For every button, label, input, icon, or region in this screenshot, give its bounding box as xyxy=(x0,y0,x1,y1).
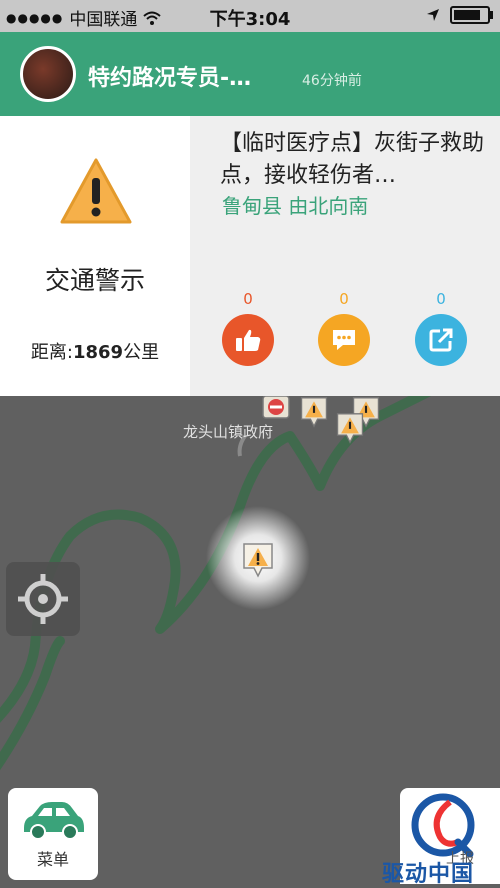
like-count: 0 xyxy=(243,290,253,308)
crosshair-icon xyxy=(18,574,68,624)
distance-text: 距离:1869公里 xyxy=(0,338,190,364)
location-arrow-icon xyxy=(427,9,439,21)
like-button[interactable] xyxy=(222,314,274,366)
comment-icon xyxy=(333,330,355,350)
poster-name: 特约路况专员-… xyxy=(88,66,252,91)
post-time: 46分钟前 xyxy=(302,73,362,89)
status-bar: ●●●●● 中国联通 下午3:04 xyxy=(0,0,500,32)
distance-value: 1869 xyxy=(72,342,124,363)
share-count: 0 xyxy=(436,290,446,308)
alert-location: 鲁甸县 由北向南 xyxy=(222,194,369,218)
alert-marker-selected[interactable] xyxy=(240,540,276,580)
avatar[interactable] xyxy=(20,46,76,102)
share-icon xyxy=(429,328,453,352)
alert-marker[interactable] xyxy=(334,410,366,446)
alert-marker[interactable] xyxy=(298,396,330,430)
alert-detail-panel[interactable]: 【临时医疗点】灰街子救助点，接收轻伤者… 鲁甸县 由北向南 0 0 0 xyxy=(190,116,500,396)
menu-label: 菜单 xyxy=(36,850,69,869)
status-time: 下午3:04 xyxy=(209,9,291,30)
menu-button[interactable]: 菜单 xyxy=(8,788,98,880)
warning-icon xyxy=(60,158,132,224)
battery-icon xyxy=(450,6,493,24)
distance-unit: 公里 xyxy=(123,342,160,363)
comment-button[interactable] xyxy=(318,314,370,366)
alert-summary-panel: 交通警示 距离:1869公里 xyxy=(0,116,190,396)
thumbs-up-icon xyxy=(236,329,261,351)
share-button[interactable] xyxy=(415,314,467,366)
locate-button[interactable] xyxy=(6,562,80,636)
map-place-label: 龙头山镇政府 xyxy=(183,423,274,441)
alert-type: 交通警示 xyxy=(44,266,145,295)
car-icon xyxy=(24,802,84,840)
comment-count: 0 xyxy=(339,290,349,308)
distance-label: 距离: xyxy=(30,342,73,363)
watermark: 驱动中国 xyxy=(382,862,475,887)
map-view[interactable]: 龙头山镇政府 菜单 上报 驱动中国 xyxy=(0,396,500,888)
alert-header[interactable]: 特约路况专员-… 46分钟前 xyxy=(0,32,500,116)
road-closed-marker[interactable] xyxy=(260,396,292,424)
alert-description: 【临时医疗点】灰街子救助点，接收轻伤者… xyxy=(220,131,485,188)
